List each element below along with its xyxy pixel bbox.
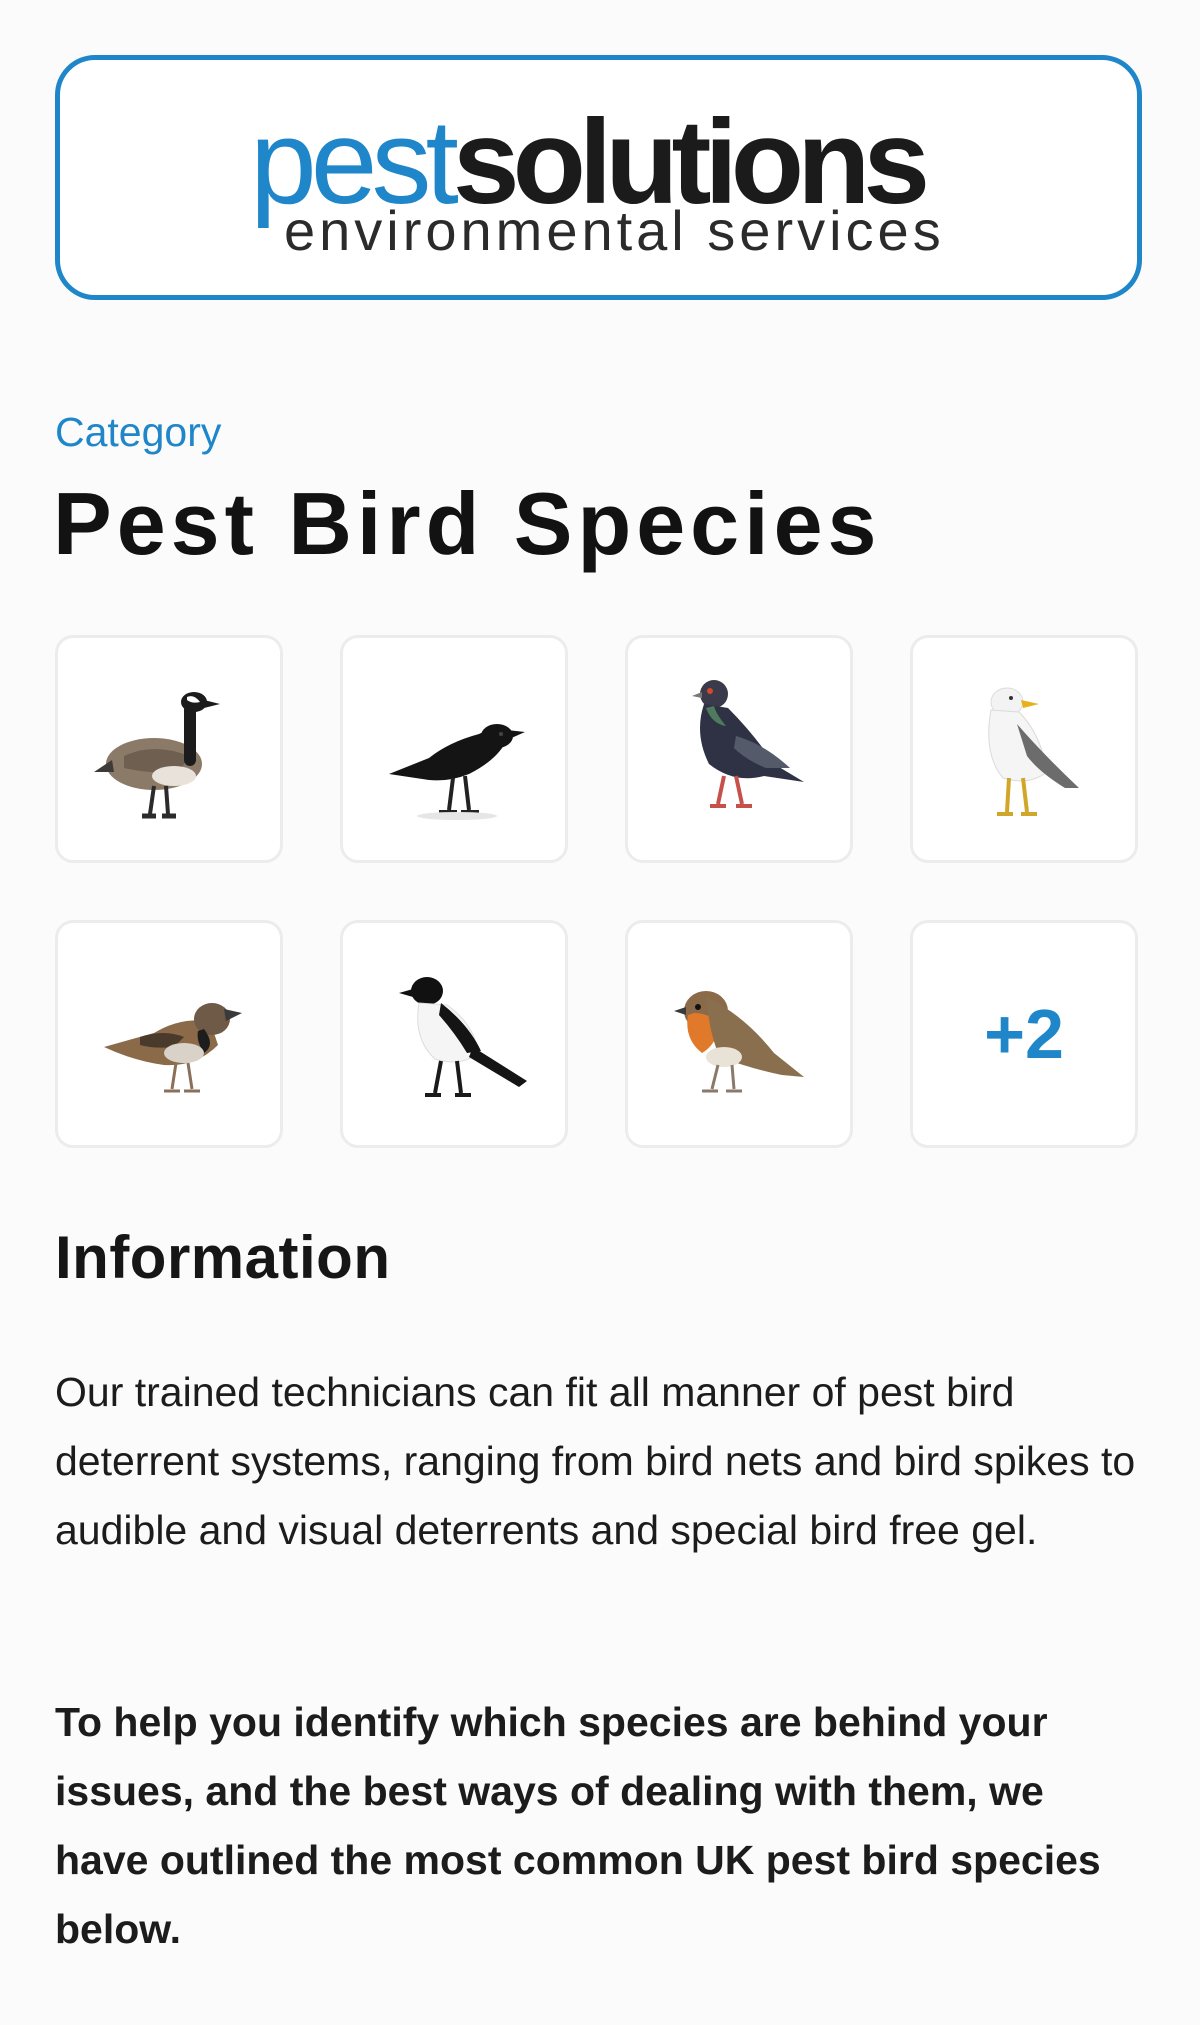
logo-tagline: environmental services xyxy=(284,199,945,262)
sparrow-icon xyxy=(104,1003,242,1093)
species-tile-gull[interactable] xyxy=(910,635,1138,863)
species-tile-goose[interactable] xyxy=(55,635,283,863)
species-tile-crow[interactable] xyxy=(340,635,568,863)
information-heading: Information xyxy=(55,1224,391,1291)
information-highlight: To help you identify which species are b… xyxy=(55,1699,1101,1952)
species-tile-magpie[interactable] xyxy=(340,920,568,1148)
species-tile-robin[interactable] xyxy=(625,920,853,1148)
category-label[interactable]: Category xyxy=(55,412,221,453)
species-tile-sparrow[interactable] xyxy=(55,920,283,1148)
gull-icon xyxy=(988,687,1079,816)
species-tile-pigeon[interactable] xyxy=(625,635,853,863)
information-body: Our trained technicians can fit all mann… xyxy=(55,1369,1136,1553)
goose-icon xyxy=(94,692,220,819)
magpie-icon xyxy=(399,977,527,1097)
page-title: Pest Bird Species xyxy=(53,474,882,573)
robin-icon xyxy=(674,991,804,1093)
crow-icon xyxy=(389,724,525,820)
more-species-count: +2 xyxy=(984,995,1064,1073)
logo[interactable]: pestsolutions environmental services xyxy=(55,55,1142,300)
species-tile-more[interactable]: +2 xyxy=(910,920,1138,1148)
pigeon-icon xyxy=(692,680,804,808)
